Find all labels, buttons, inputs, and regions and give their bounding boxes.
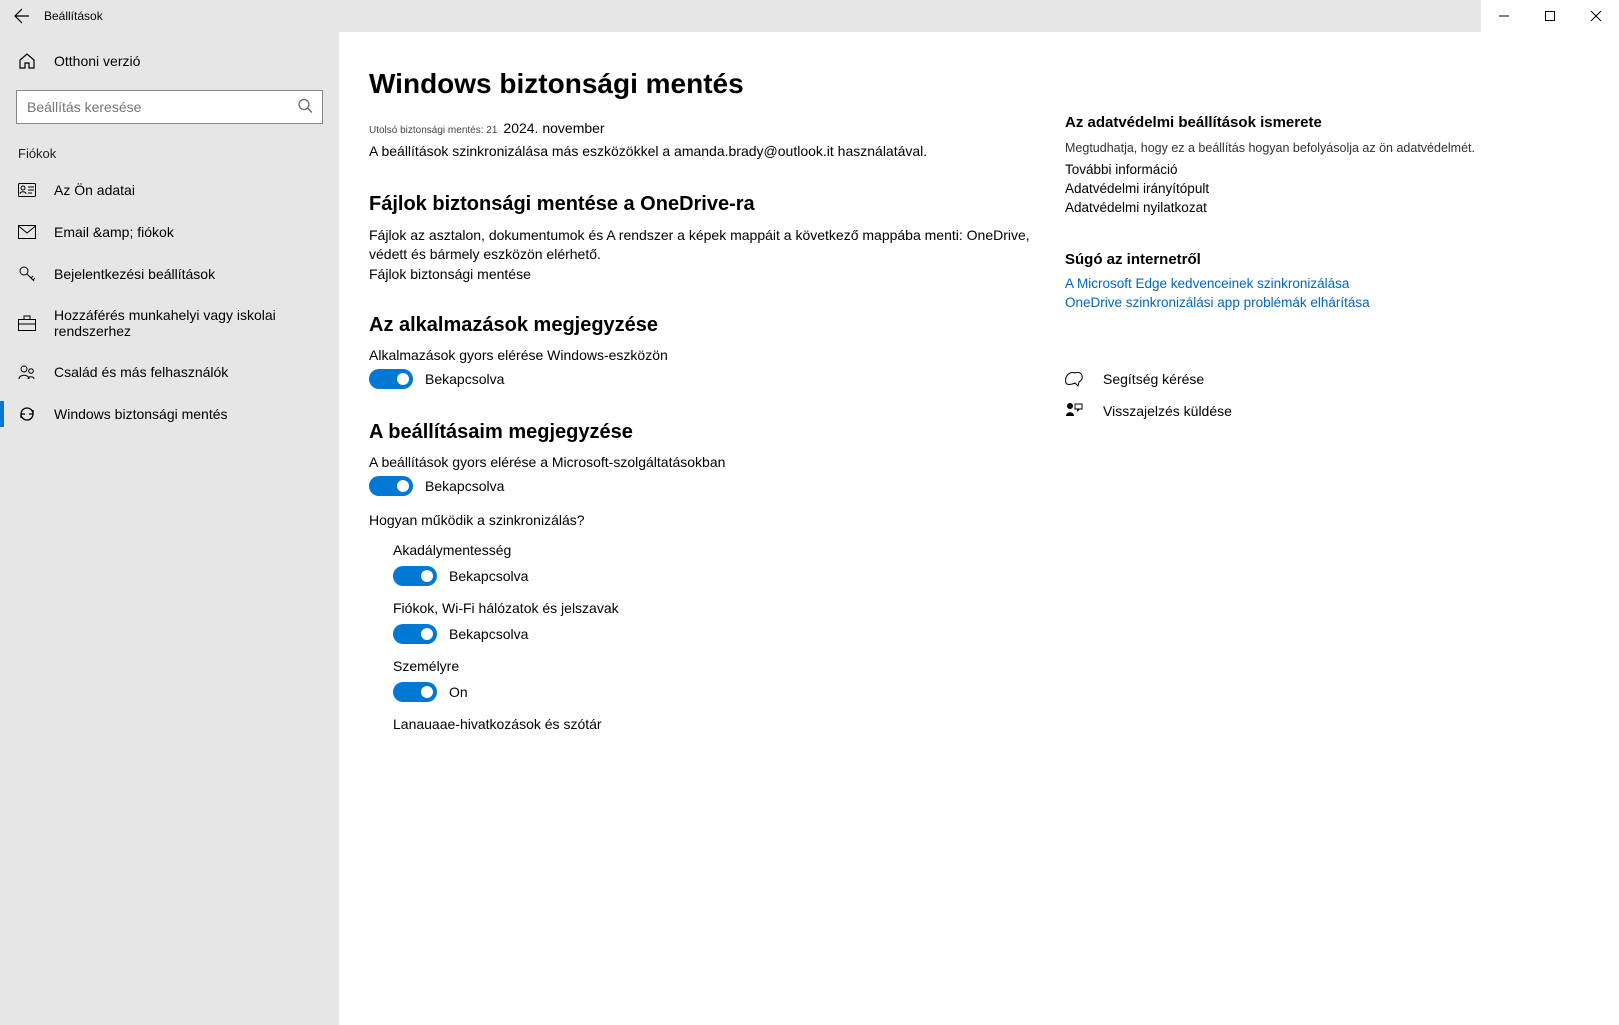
aside-privacy-heading: Az adatvédelmi beállítások ismerete	[1065, 114, 1619, 131]
how-sync-works-link[interactable]: Hogyan működik a szinkronizálás?	[369, 512, 1063, 528]
aside-webhelp-link-1[interactable]: OneDrive szinkronizálási app problémák e…	[1065, 295, 1619, 310]
aside-support: Segítség kérése Visszajelzés küldése	[1065, 370, 1619, 420]
aside-webhelp: Súgó az internetről A Microsoft Edge ked…	[1065, 251, 1619, 310]
accessibility-toggle-state: Bekapcsolva	[449, 568, 528, 584]
help-icon	[1065, 370, 1083, 388]
aside-privacy-link-0[interactable]: További információ	[1065, 162, 1619, 177]
sidebar-item-label: Család és más felhasználók	[54, 364, 228, 380]
sub-label: Akadálymentesség	[393, 542, 1063, 558]
home-icon	[18, 52, 36, 70]
sidebar-item-work-school[interactable]: Hozzáférés munkahelyi vagy iskolai rends…	[0, 295, 339, 351]
main-panel: Windows biztonsági mentés Utolsó biztons…	[339, 68, 1063, 1025]
close-icon	[1591, 11, 1601, 21]
sidebar-item-windows-backup[interactable]: Windows biztonsági mentés	[0, 393, 339, 435]
sub-label: Fiókok, Wi-Fi hálózatok és jelszavak	[393, 600, 1063, 616]
aside-privacy-link-2[interactable]: Adatvédelmi nyilatkozat	[1065, 200, 1619, 215]
sidebar-item-email-accounts[interactable]: Email &amp; fiókok	[0, 211, 339, 253]
aside-privacy-body: Megtudhatja, hogy ez a beállítás hogyan …	[1065, 139, 1619, 158]
person-card-icon	[18, 181, 36, 199]
maximize-button[interactable]	[1527, 0, 1573, 32]
briefcase-icon	[18, 314, 36, 332]
sub-toggle-accessibility: Akadálymentesség Bekapcsolva	[393, 542, 1063, 586]
apps-toggle-state: Bekapcsolva	[425, 371, 504, 387]
sidebar-item-label: Hozzáférés munkahelyi vagy iskolai rends…	[54, 307, 321, 339]
sidebar-item-label: Windows biztonsági mentés	[54, 406, 228, 422]
sidebar: Otthoni verzió Fiókok Az Ön adatai Email…	[0, 32, 339, 1025]
sidebar-item-label: Bejelentkezési beállítások	[54, 266, 215, 282]
section-files-desc: Fájlok az asztalon, dokumentumok és A re…	[369, 226, 1063, 264]
search-wrap	[16, 90, 323, 124]
maximize-icon	[1545, 11, 1555, 21]
sub-toggle-personalization: Személyre On	[393, 658, 1063, 702]
section-files-heading: Fájlok biztonsági mentése a OneDrive-ra	[369, 193, 1063, 216]
accounts-wifi-toggle-state: Bekapcsolva	[449, 626, 528, 642]
arrow-left-icon	[14, 8, 30, 24]
sidebar-item-family[interactable]: Család és más felhasználók	[0, 351, 339, 393]
aside-webhelp-link-0[interactable]: A Microsoft Edge kedvenceinek szinkroniz…	[1065, 276, 1619, 291]
sync-description: A beállítások szinkronizálása más eszköz…	[369, 142, 1063, 161]
feedback-row[interactable]: Visszajelzés küldése	[1065, 402, 1619, 420]
apps-toggle-row: Bekapcsolva	[369, 369, 1063, 389]
content: Windows biztonsági mentés Utolsó biztons…	[339, 32, 1619, 1025]
last-backup-line: Utolsó biztonsági mentés: 21 2024. novem…	[369, 120, 1063, 136]
people-icon	[18, 363, 36, 381]
sub-toggle-accounts: Fiókok, Wi-Fi hálózatok és jelszavak Bek…	[393, 600, 1063, 644]
minimize-icon	[1499, 11, 1509, 21]
aside-privacy-link-1[interactable]: Adatvédelmi irányítópult	[1065, 181, 1619, 196]
sub-label: Lanauaae-hivatkozások és szótár	[393, 716, 1063, 732]
window-controls	[1481, 0, 1619, 32]
sidebar-item-signin-options[interactable]: Bejelentkezési beállítások	[0, 253, 339, 295]
sub-label: Személyre	[393, 658, 1063, 674]
get-help-label: Segítség kérése	[1103, 371, 1204, 387]
accessibility-toggle[interactable]	[393, 566, 437, 586]
key-icon	[18, 265, 36, 283]
aside-privacy: Az adatvédelmi beállítások ismerete Megt…	[1065, 114, 1619, 215]
files-backup-action[interactable]: Fájlok biztonsági mentése	[369, 266, 1063, 282]
section-apps-desc: Alkalmazások gyors elérése Windows-eszkö…	[369, 347, 1063, 363]
accounts-wifi-toggle[interactable]	[393, 624, 437, 644]
sidebar-item-label: Email &amp; fiókok	[54, 224, 174, 240]
app-title: Beállítások	[44, 0, 103, 32]
home-label: Otthoni verzió	[54, 53, 140, 69]
minimize-button[interactable]	[1481, 0, 1527, 32]
sidebar-section-label: Fiókok	[0, 138, 339, 169]
back-button[interactable]	[0, 0, 44, 32]
section-settings-desc: A beállítások gyors elérése a Microsoft-…	[369, 454, 1063, 470]
search-icon	[297, 98, 313, 117]
personalization-toggle-state: On	[449, 684, 468, 700]
get-help-row[interactable]: Segítség kérése	[1065, 370, 1619, 388]
personalization-toggle[interactable]	[393, 682, 437, 702]
feedback-label: Visszajelzés küldése	[1103, 403, 1232, 419]
settings-toggle[interactable]	[369, 476, 413, 496]
section-apps-heading: Az alkalmazások megjegyzése	[369, 314, 1063, 337]
aside-panel: Az adatvédelmi beállítások ismerete Megt…	[1063, 68, 1619, 1025]
sidebar-item-your-info[interactable]: Az Ön adatai	[0, 169, 339, 211]
home-button[interactable]: Otthoni verzió	[0, 42, 339, 80]
settings-toggle-row: Bekapcsolva	[369, 476, 1063, 496]
sub-toggle-language: Lanauaae-hivatkozások és szótár	[393, 716, 1063, 732]
last-backup-label: Utolsó biztonsági mentés: 21	[369, 125, 497, 136]
section-settings-heading: A beállításaim megjegyzése	[369, 421, 1063, 444]
close-button[interactable]	[1573, 0, 1619, 32]
settings-toggle-state: Bekapcsolva	[425, 478, 504, 494]
sync-icon	[18, 405, 36, 423]
titlebar: Beállítások	[0, 0, 1619, 32]
page-title: Windows biztonsági mentés	[369, 68, 1063, 100]
mail-icon	[18, 223, 36, 241]
apps-toggle[interactable]	[369, 369, 413, 389]
sidebar-item-label: Az Ön adatai	[54, 182, 135, 198]
search-input[interactable]	[16, 90, 323, 124]
last-backup-date: 2024. november	[503, 120, 604, 136]
aside-webhelp-heading: Súgó az internetről	[1065, 251, 1619, 268]
feedback-icon	[1065, 402, 1083, 420]
